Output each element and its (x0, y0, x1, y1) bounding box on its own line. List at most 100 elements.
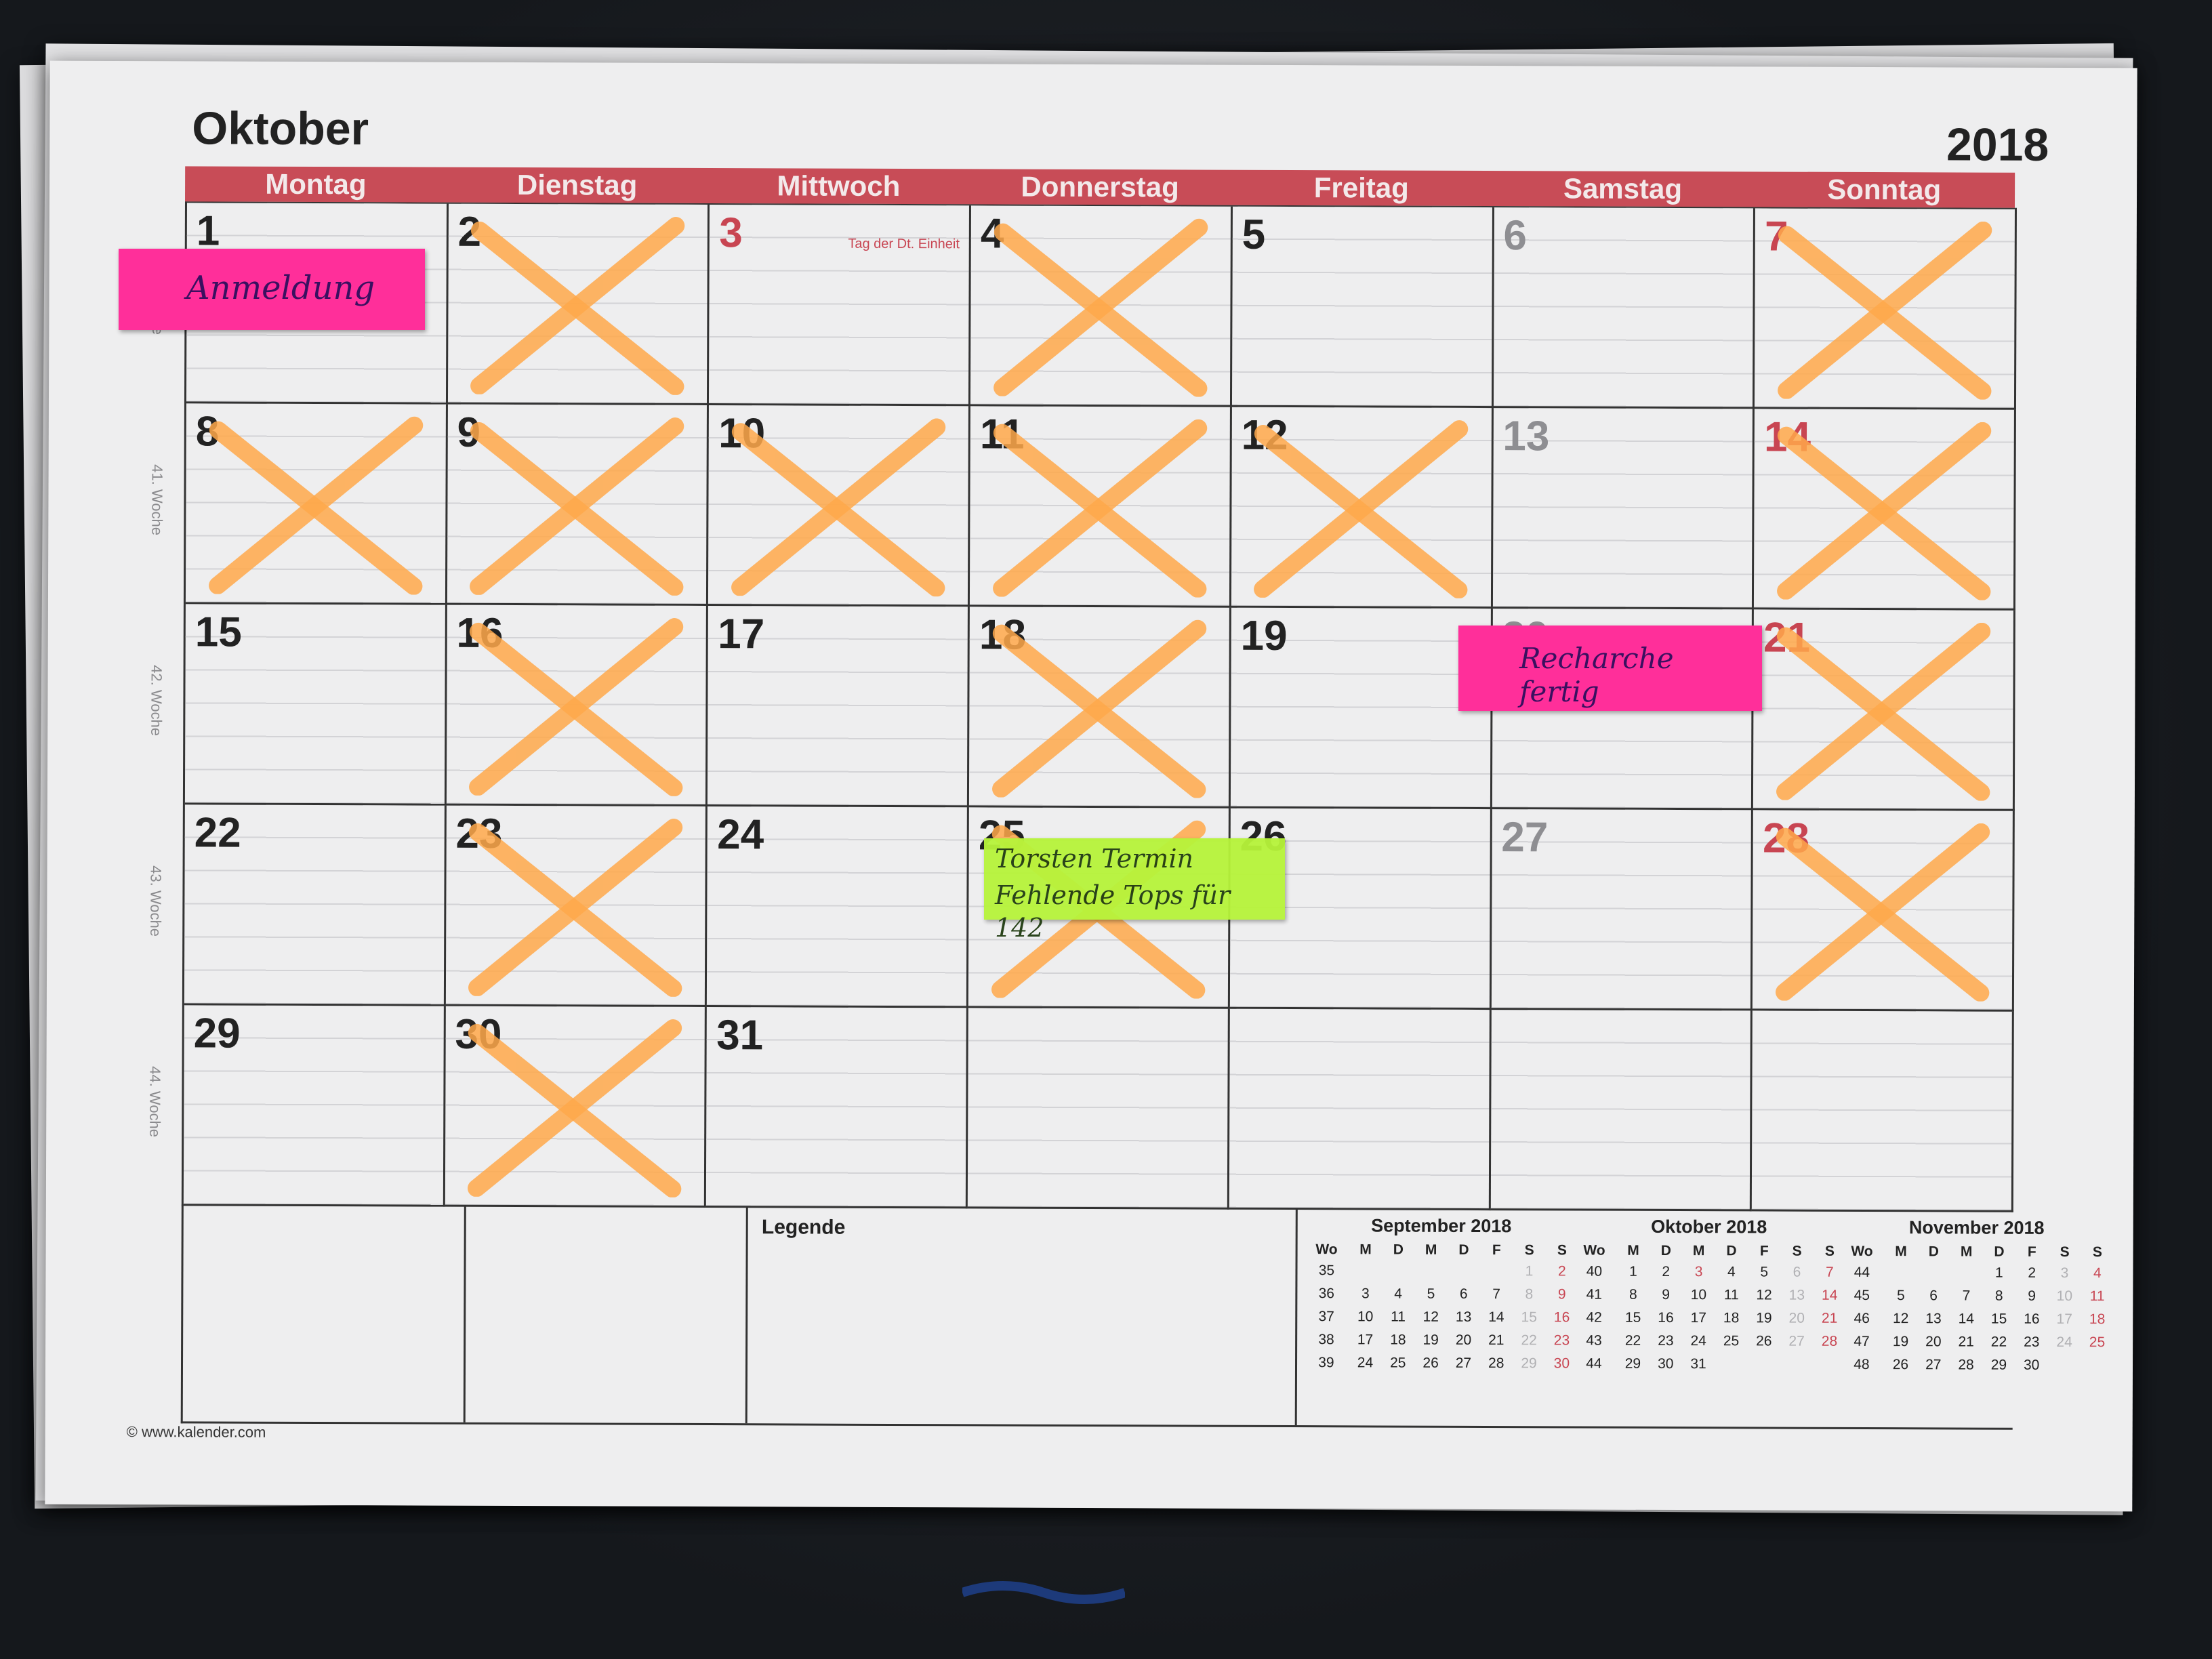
cross-out-mark (207, 415, 425, 595)
mini-calendar-day: 10 (1690, 1287, 1707, 1303)
mini-calendar-day: 2 (1662, 1263, 1671, 1279)
sticky-note-text: Fehlende Tops für 142 (995, 880, 1231, 943)
day-number: 29 (193, 1010, 241, 1057)
mini-calendar-day (1480, 1260, 1513, 1283)
cord-decoration (962, 1581, 1125, 1604)
day-number: 22 (194, 809, 241, 857)
cross-stroke (476, 1027, 673, 1189)
cross-stroke (479, 225, 676, 386)
mini-calendar-day: 3 (2060, 1265, 2069, 1282)
day-number: 23 (455, 810, 503, 857)
day-number: 7 (1764, 213, 1788, 260)
weekday-label: Donnerstag (1021, 170, 1179, 203)
cross-stroke (477, 832, 674, 988)
legend-cell: Legende (747, 1206, 1298, 1426)
mini-calendar-day: 3 (1694, 1264, 1703, 1280)
legend-label: Legende (761, 1216, 846, 1239)
mini-calendar-day: 20 (1788, 1310, 1805, 1326)
mini-calendar-week-number: 47 (1853, 1333, 1870, 1350)
day-number: 5 (1242, 211, 1266, 258)
mini-calendar-day: 24 (1690, 1333, 1706, 1349)
day-cell: 3 Tag der Dt. Einheit (709, 205, 972, 407)
day-number: 17 (718, 611, 765, 658)
mini-calendar-day: 2 (2028, 1265, 2036, 1281)
mini-calendar-week-number: 39 (1318, 1355, 1334, 1371)
mini-calendar-header: Wo (1851, 1243, 1873, 1260)
mini-calendar-day: 29 (1990, 1357, 2007, 1373)
weekday-label: Samstag (1563, 172, 1683, 205)
day-number: 19 (1240, 612, 1288, 660)
mini-calendar-day: 27 (1925, 1357, 1942, 1373)
day-cell (1229, 1008, 1492, 1211)
cross-stroke (1786, 234, 1983, 390)
mini-calendar-day: 31 (1690, 1356, 1706, 1372)
mini-calendar-day: 18 (2089, 1311, 2106, 1328)
mini-calendar-day: 18 (1390, 1332, 1406, 1348)
mini-calendar-header: D (1928, 1244, 1939, 1260)
cross-stroke (479, 230, 676, 386)
mini-calendar-day: 17 (2056, 1311, 2072, 1328)
day-number: 31 (716, 1012, 764, 1059)
mini-calendar-title: November 2018 (1908, 1217, 2045, 1238)
mini-calendar-week-number: 46 (1853, 1310, 1870, 1327)
cross-stroke (1002, 427, 1198, 588)
mini-calendar-day: 25 (2089, 1334, 2106, 1351)
cross-stroke (1786, 435, 1982, 591)
mini-calendar-header: D (1458, 1242, 1469, 1258)
week-number-label: 42. Woche (148, 665, 165, 737)
day-number: 2 (457, 208, 482, 255)
mini-calendar-week-number: 42 (1586, 1309, 1602, 1326)
mini-calendar-header: Wo (1315, 1242, 1338, 1258)
day-cell: 29 44. Woche (146, 1005, 446, 1207)
mini-calendar-week-number: 38 (1318, 1332, 1334, 1348)
cross-stroke (477, 827, 674, 988)
mini-calendar-day: 13 (1925, 1311, 1942, 1327)
mini-calendar-day (1414, 1260, 1447, 1283)
copyright-text: © www.kalender.com (126, 1423, 266, 1441)
mini-calendar-header: Wo (1583, 1242, 1605, 1258)
mini-calendar-week-number: 35 (1318, 1263, 1335, 1279)
week-number-label: 41. Woche (148, 464, 166, 536)
mini-calendar-day: 11 (2089, 1288, 2105, 1305)
day-cell: 22 43. Woche (147, 804, 447, 1006)
day-number: 8 (195, 408, 220, 455)
mini-calendar-day: 5 (1427, 1286, 1435, 1302)
day-cell: 21 (1753, 609, 2015, 811)
cross-stroke (1001, 633, 1197, 789)
mini-calendar: November 2018 Wo M D M D F S S 44 1 2 3 4 45 5 6 7 8 9 10 11 4… (1839, 1210, 2114, 1377)
mini-calendar-day: 23 (1658, 1332, 1674, 1349)
day-cell: 28 (1753, 810, 2015, 1012)
mini-calendar-day: 3 (1361, 1286, 1370, 1302)
mini-calendar-day: 13 (1455, 1309, 1472, 1325)
day-number: 11 (979, 411, 1025, 458)
mini-calendar-table: Wo M D M D F S S 44 1 2 3 4 45 5 6 7 8 9 10 11 46 12 13 14 15 16 17… (1839, 1242, 2114, 1377)
mini-calendar-day: 15 (1521, 1309, 1537, 1326)
sticky-note-text: Torsten Termin (995, 844, 1193, 874)
cross-stroke (1002, 226, 1199, 388)
cross-stroke (476, 1033, 673, 1189)
day-number: 30 (455, 1010, 502, 1058)
mini-calendar-day: 8 (1994, 1288, 2003, 1304)
day-cell: 7 (1755, 208, 2017, 410)
week-number-label: 43. Woche (147, 865, 165, 937)
mini-calendar-header: F (1492, 1242, 1501, 1258)
mini-calendar-day: 11 (1391, 1309, 1406, 1325)
mini-calendar-day: 7 (1962, 1288, 1971, 1304)
mini-calendar-header: S (1792, 1243, 1802, 1259)
photo-scene: Oktober 2018 Montag Dienstag Mittwoch Donne… (0, 0, 2212, 1659)
mini-calendar-header: M (1359, 1242, 1372, 1258)
cross-stroke (1784, 831, 1981, 992)
day-number: 24 (717, 811, 764, 859)
mini-calendar-week-number: 41 (1586, 1286, 1603, 1303)
mini-calendar-day: 15 (1990, 1311, 2007, 1327)
mini-calendar-day: 14 (1488, 1309, 1504, 1326)
day-number: 27 (1501, 814, 1549, 861)
mini-calendar-day: 25 (1723, 1333, 1740, 1349)
mini-calendar-day: 6 (1793, 1264, 1801, 1280)
day-cell: 4 (970, 205, 1233, 407)
day-cell: 6 (1493, 207, 1756, 409)
mini-calendar-day: 19 (1422, 1332, 1439, 1348)
day-number: 28 (1762, 815, 1810, 862)
mini-calendar-day: 1 (1525, 1263, 1534, 1279)
cross-stroke (1263, 428, 1460, 590)
